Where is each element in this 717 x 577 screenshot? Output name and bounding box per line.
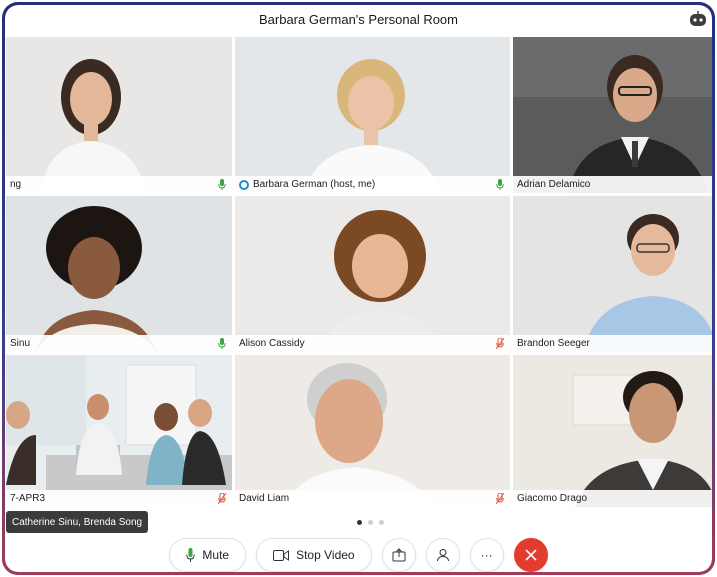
video-grid: ng Barbara German (host, me) Adrian Dela… <box>6 37 715 507</box>
participant-name: Barbara German (host, me) <box>253 179 376 190</box>
participant-name: Adrian Delamico <box>517 179 591 190</box>
participants-icon <box>436 549 449 562</box>
participant-namebar: Alison Cassidy <box>235 335 510 352</box>
page-dot[interactable] <box>379 520 384 525</box>
share-icon <box>392 548 406 562</box>
participant-video <box>235 196 510 352</box>
microphone-icon <box>218 338 226 349</box>
microphone-muted-icon <box>218 493 226 504</box>
window-title: Barbara German's Personal Room <box>258 11 458 27</box>
tooltip-text: Catherine Sinu, Brenda Song <box>12 516 143 528</box>
assistant-bot-icon[interactable] <box>689 11 707 27</box>
participant-namebar: 7-APR3 <box>6 490 232 507</box>
share-button[interactable] <box>381 538 416 572</box>
microphone-icon <box>186 548 196 562</box>
video-tile[interactable]: ng <box>6 37 232 193</box>
participant-name: Alison Cassidy <box>239 338 305 349</box>
participant-video <box>6 37 232 193</box>
mute-label: Mute <box>202 548 230 562</box>
participant-namebar: David Liam <box>235 490 510 507</box>
stop-video-button[interactable]: Stop Video <box>256 538 372 572</box>
participant-namebar: Sinu <box>6 335 232 352</box>
participant-namebar: Adrian Delamico <box>513 176 715 193</box>
participant-video <box>513 355 715 507</box>
stop-video-label: Stop Video <box>296 548 355 562</box>
participant-video <box>513 37 715 193</box>
page-dot[interactable] <box>368 520 373 525</box>
end-call-button[interactable] <box>513 538 548 572</box>
video-tile[interactable]: Adrian Delamico <box>513 37 715 193</box>
participant-namebar: ng <box>6 176 232 193</box>
video-tile[interactable]: 7-APR3 <box>6 355 232 507</box>
video-tile[interactable]: Alison Cassidy <box>235 196 510 352</box>
more-options-button[interactable]: ··· <box>469 538 504 572</box>
end-call-icon <box>525 549 537 561</box>
microphone-icon <box>496 179 504 190</box>
participant-video <box>513 196 715 352</box>
participant-name: ng <box>10 179 22 190</box>
meeting-window: Barbara German's Personal Room ng Barbar… <box>2 2 715 575</box>
video-camera-icon <box>273 549 290 561</box>
participants-button[interactable] <box>425 538 460 572</box>
video-tile[interactable]: Barbara German (host, me) <box>235 37 510 193</box>
participant-name: 7-APR3 <box>10 493 46 504</box>
participant-tooltip: Catherine Sinu, Brenda Song <box>6 511 149 533</box>
host-badge-icon <box>239 179 249 190</box>
mute-button[interactable]: Mute <box>169 538 247 572</box>
participant-namebar: Barbara German (host, me) <box>235 176 510 193</box>
page-indicator[interactable] <box>357 520 384 525</box>
participant-name: Sinu <box>10 338 31 349</box>
participant-name: Giacomo Drago <box>517 493 588 504</box>
more-icon: ··· <box>480 548 493 562</box>
microphone-icon <box>218 179 226 190</box>
microphone-muted-icon <box>496 338 504 349</box>
participant-name: David Liam <box>239 493 290 504</box>
video-tile[interactable]: Brandon Seeger <box>513 196 715 352</box>
page-dot[interactable] <box>357 520 362 525</box>
participant-namebar: Brandon Seeger <box>513 335 715 352</box>
title-bar: Barbara German's Personal Room <box>2 2 715 36</box>
participant-name: Brandon Seeger <box>517 338 590 349</box>
participant-namebar: Giacomo Drago <box>513 490 715 507</box>
microphone-muted-icon <box>496 493 504 504</box>
video-tile[interactable]: Giacomo Drago <box>513 355 715 507</box>
video-tile-active-speaker[interactable]: Sinu <box>6 196 232 352</box>
participant-video <box>235 355 510 507</box>
meeting-controls: Mute Stop Video ··· <box>2 537 715 573</box>
participant-video <box>235 37 510 193</box>
participant-video <box>6 196 232 352</box>
participant-video <box>6 355 232 507</box>
video-tile[interactable]: David Liam <box>235 355 510 507</box>
